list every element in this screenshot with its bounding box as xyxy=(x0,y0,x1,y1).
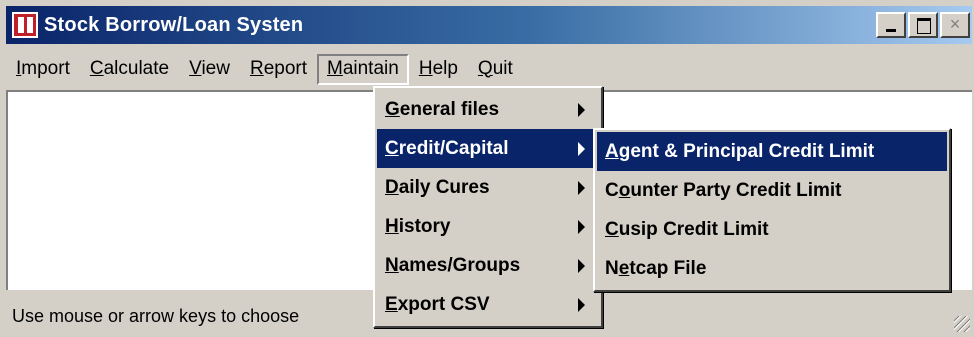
submenu-arrow-icon xyxy=(578,103,585,117)
window-controls: × xyxy=(874,12,970,38)
menu-item-history[interactable]: History xyxy=(377,207,599,246)
menu-item-netcap-file[interactable]: Ne tcap File xyxy=(597,249,947,288)
menu-calculate[interactable]: Calculate xyxy=(80,54,179,85)
title-bar[interactable]: Stock Borrow/Loan Systen × xyxy=(6,6,972,44)
menu-item-credit-capital[interactable]: Credit/Capital xyxy=(377,129,599,168)
submenu-arrow-icon xyxy=(578,259,585,273)
minimize-button[interactable] xyxy=(876,12,906,38)
menu-item-daily-cures[interactable]: Daily Cures xyxy=(377,168,599,207)
menu-item-names-groups[interactable]: Names/Groups xyxy=(377,246,599,285)
submenu-arrow-icon xyxy=(578,142,585,156)
menu-quit[interactable]: Quit xyxy=(468,54,523,85)
menu-item-counter-party-credit-limit[interactable]: Co unter Party Credit Limit xyxy=(597,171,947,210)
menu-item-cusip-credit-limit[interactable]: Cusip Credit Limit xyxy=(597,210,947,249)
window-title: Stock Borrow/Loan Systen xyxy=(44,13,304,36)
maintain-dropdown: General files Credit/Capital Daily Cures… xyxy=(373,86,603,328)
close-button[interactable]: × xyxy=(940,12,970,38)
menu-view[interactable]: View xyxy=(179,54,240,85)
menu-report[interactable]: Report xyxy=(240,54,317,85)
submenu-arrow-icon xyxy=(578,220,585,234)
menu-item-agent-principal-credit-limit[interactable]: Agent & Principal Credit Limit xyxy=(597,132,947,171)
menu-bar: Import Calculate View Report Maintain He… xyxy=(6,50,972,88)
menu-item-general-files[interactable]: General files xyxy=(377,90,599,129)
menu-maintain[interactable]: Maintain xyxy=(317,53,409,85)
maximize-button[interactable] xyxy=(908,12,938,38)
menu-import[interactable]: Import xyxy=(6,54,80,85)
submenu-arrow-icon xyxy=(578,298,585,312)
submenu-arrow-icon xyxy=(578,181,585,195)
credit-capital-submenu: Agent & Principal Credit Limit Co unter P… xyxy=(593,128,951,292)
resize-grip-icon[interactable] xyxy=(954,316,970,332)
status-text: Use mouse or arrow keys to choose xyxy=(12,305,300,326)
menu-item-export-csv[interactable]: Export CSV xyxy=(377,285,599,324)
menu-help[interactable]: Help xyxy=(409,54,468,85)
app-logo-icon[interactable] xyxy=(12,12,38,38)
